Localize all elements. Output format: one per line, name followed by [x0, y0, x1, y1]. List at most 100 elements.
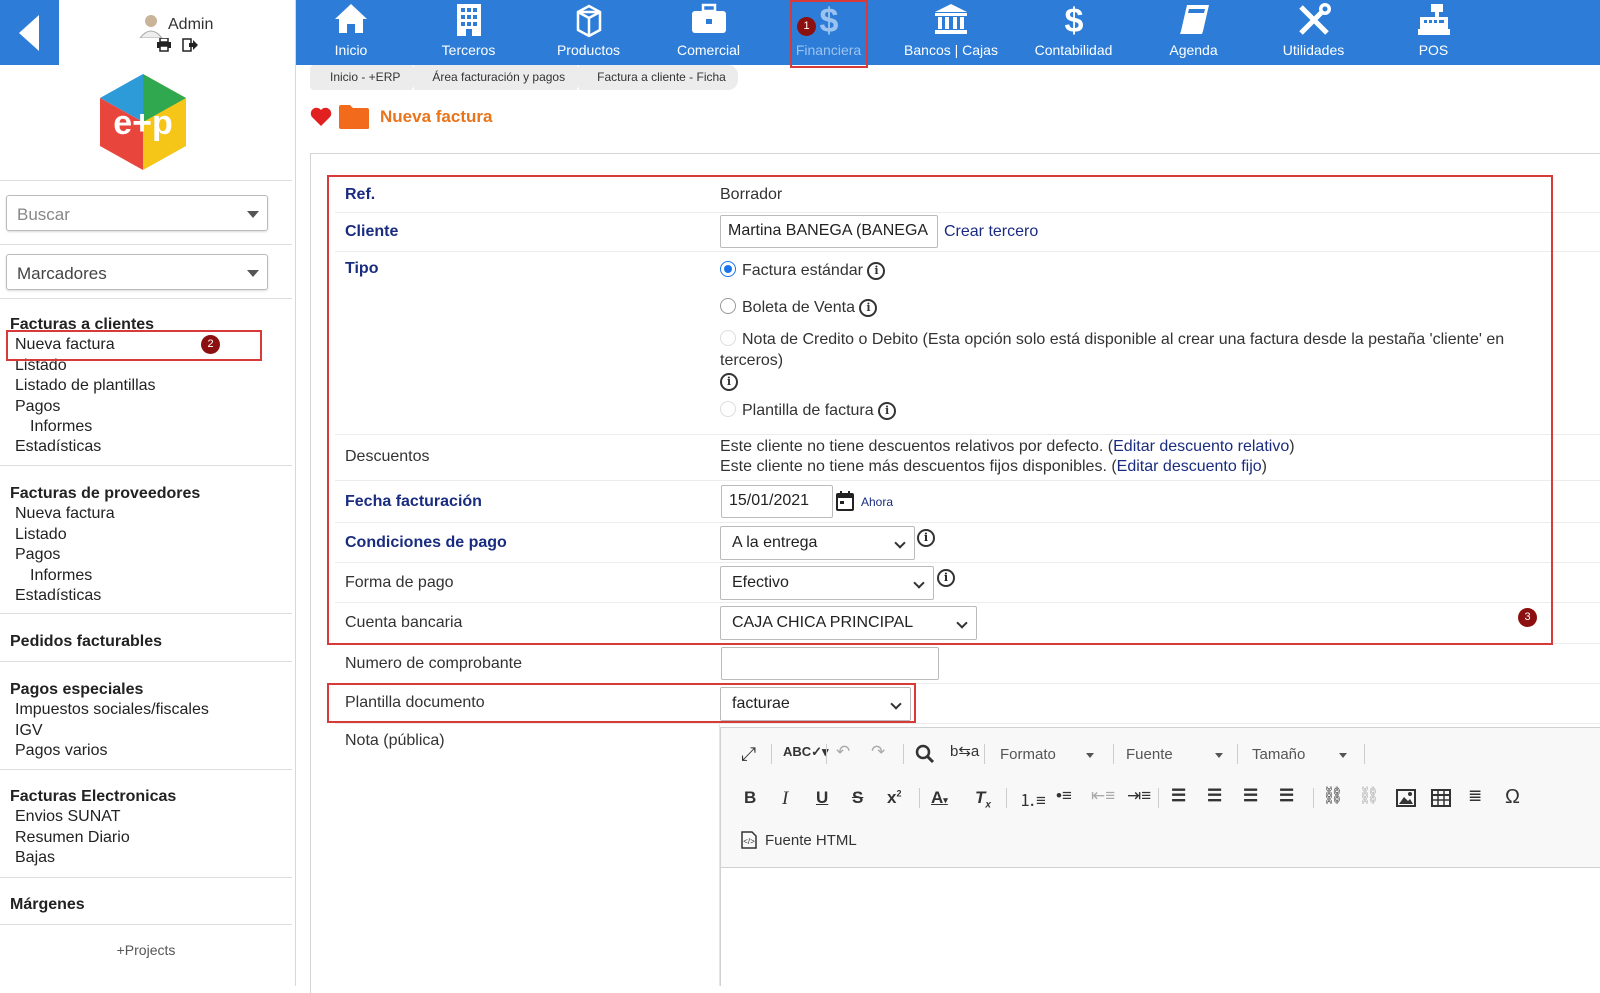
logout-icon[interactable]: [182, 38, 198, 52]
bank-icon: [935, 4, 967, 34]
table-icon[interactable]: [1431, 789, 1451, 807]
italic-icon[interactable]: I: [782, 788, 788, 810]
user-info[interactable]: Admin: [138, 12, 213, 38]
menu-heading[interactable]: Pedidos facturables: [10, 632, 162, 652]
source-html-button[interactable]: </> Fuente HTML: [741, 831, 857, 849]
remove-format-icon[interactable]: Tx: [975, 788, 991, 810]
dollar-icon: $: [1064, 2, 1083, 38]
annotation-box-2: [6, 330, 262, 361]
menu-margenes: Márgenes: [10, 895, 85, 915]
heart-icon[interactable]: [310, 107, 332, 127]
strikethrough-icon[interactable]: S: [852, 788, 863, 808]
menu-item-pagos[interactable]: Pagos: [10, 397, 156, 417]
chevron-down-icon: [247, 211, 259, 218]
menu-heading[interactable]: Facturas Electronicas: [10, 787, 176, 807]
special-char-icon[interactable]: Ω: [1505, 786, 1520, 809]
sidebar-footer-link[interactable]: +Projects: [0, 942, 292, 958]
undo-icon[interactable]: ↶: [836, 742, 850, 762]
spellcheck-icon[interactable]: ABC✓▾: [783, 744, 829, 760]
superscript-icon[interactable]: x2: [887, 788, 901, 808]
tab-agenda[interactable]: Agenda: [1141, 0, 1246, 65]
home-icon: [335, 4, 367, 33]
tab-terceros[interactable]: Terceros: [416, 0, 521, 65]
bullet-list-icon[interactable]: •≡: [1056, 786, 1072, 806]
indent-icon[interactable]: ⇥≡: [1127, 786, 1151, 806]
building-icon: [456, 4, 481, 36]
menu-item-listado[interactable]: Listado: [10, 525, 200, 545]
tab-contabilidad[interactable]: $ Contabilidad: [1021, 0, 1126, 65]
chevron-down-icon: [1339, 752, 1348, 758]
tab-productos[interactable]: Productos: [536, 0, 641, 65]
replace-icon[interactable]: b⇆a: [950, 742, 979, 760]
tab-pos[interactable]: POS: [1381, 0, 1486, 65]
annotation-box-3: [327, 175, 1553, 645]
menu-heading[interactable]: Márgenes: [10, 895, 85, 915]
label-nota-publica: Nota (pública): [345, 732, 445, 749]
avatar-icon: [139, 15, 163, 38]
format-label: Formato: [1000, 746, 1056, 763]
menu-item-estadisticas[interactable]: Estadísticas: [10, 437, 156, 457]
underline-icon[interactable]: U: [816, 788, 828, 808]
print-icon[interactable]: [156, 38, 172, 52]
row-numero-comprobante: Numero de comprobante: [335, 644, 1600, 684]
image-icon[interactable]: [1396, 789, 1416, 807]
tab-comercial[interactable]: Comercial: [656, 0, 761, 65]
menu-item-pagos-varios[interactable]: Pagos varios: [10, 741, 209, 761]
tools-icon: [1298, 3, 1331, 35]
menu-heading[interactable]: Facturas de proveedores: [10, 484, 200, 504]
menu-item-informes[interactable]: Informes: [10, 566, 200, 586]
search-icon[interactable]: [915, 744, 935, 764]
breadcrumb-item[interactable]: Factura a cliente - Ficha: [579, 65, 738, 90]
align-right-icon[interactable]: ☰: [1243, 786, 1258, 806]
align-center-icon[interactable]: ☰: [1207, 786, 1222, 806]
unlink-icon[interactable]: ⛓: [1358, 786, 1380, 806]
menu-item-resumen-diario[interactable]: Resumen Diario: [10, 828, 176, 848]
page-title-bar: Nueva factura: [310, 104, 492, 130]
search-select[interactable]: Buscar: [6, 195, 268, 231]
menu-item-informes[interactable]: Informes: [10, 417, 156, 437]
menu-item-estadisticas[interactable]: Estadísticas: [10, 586, 200, 606]
left-sidebar: Admin e+p Buscar Marcadores Facturas a c…: [0, 0, 296, 986]
outdent-icon[interactable]: ⇤≡: [1091, 786, 1115, 806]
menu-item-igv[interactable]: IGV: [10, 721, 209, 741]
svg-text:$: $: [1064, 2, 1083, 38]
annotation-badge-1: 1: [797, 17, 816, 36]
menu-facturas-electronicas: Facturas Electronicas Envios SUNAT Resum…: [10, 787, 176, 869]
breadcrumb-item[interactable]: Inicio - +ERP: [310, 65, 422, 90]
align-left-icon[interactable]: ☰: [1171, 786, 1186, 806]
menu-item-bajas[interactable]: Bajas: [10, 848, 176, 868]
menu-item-pagos[interactable]: Pagos: [10, 545, 200, 565]
tab-inicio[interactable]: Inicio: [296, 0, 406, 65]
tab-label: Agenda: [1169, 42, 1218, 58]
tab-label: Inicio: [334, 42, 368, 58]
annotation-badge-3: 3: [1518, 608, 1537, 627]
breadcrumb-item[interactable]: Área facturación y pagos: [414, 65, 586, 90]
bold-icon[interactable]: B: [744, 788, 756, 808]
cash-register-icon: [1417, 4, 1450, 35]
menu-item-listado-plantillas[interactable]: Listado de plantillas: [10, 376, 156, 396]
align-justify-icon[interactable]: ☰: [1279, 786, 1294, 806]
maximize-icon[interactable]: ⤢: [741, 744, 756, 766]
tab-utilidades[interactable]: Utilidades: [1261, 0, 1366, 65]
redo-icon[interactable]: ↷: [871, 742, 885, 762]
text-color-icon[interactable]: A▾: [931, 788, 948, 808]
horizontal-rule-icon[interactable]: ≣: [1468, 786, 1482, 806]
menu-item-impuestos[interactable]: Impuestos sociales/fiscales: [10, 700, 209, 720]
bookmarks-select[interactable]: Marcadores: [6, 254, 268, 290]
voucher-input[interactable]: [721, 647, 939, 680]
menu-heading[interactable]: Pagos especiales: [10, 680, 209, 700]
numbered-list-icon[interactable]: ⒈≡: [1019, 786, 1046, 811]
top-navigation: Inicio Terceros Productos Comercial $ Fi…: [296, 0, 1600, 65]
menu-item-envios-sunat[interactable]: Envios SUNAT: [10, 807, 176, 827]
user-name: Admin: [168, 16, 214, 33]
menu-item-nueva-factura[interactable]: Nueva factura: [10, 504, 200, 524]
back-button[interactable]: [0, 0, 59, 65]
tab-label: Utilidades: [1282, 42, 1345, 58]
size-dropdown[interactable]: Tamaño: [1252, 746, 1348, 763]
font-dropdown[interactable]: Fuente: [1126, 746, 1223, 763]
format-dropdown[interactable]: Formato: [1000, 746, 1094, 763]
source-html-label: Fuente HTML: [765, 831, 857, 849]
link-icon[interactable]: ⛓: [1322, 786, 1344, 806]
editor-content-area[interactable]: [721, 869, 1600, 987]
tab-bancos-cajas[interactable]: Bancos | Cajas: [896, 0, 1006, 65]
